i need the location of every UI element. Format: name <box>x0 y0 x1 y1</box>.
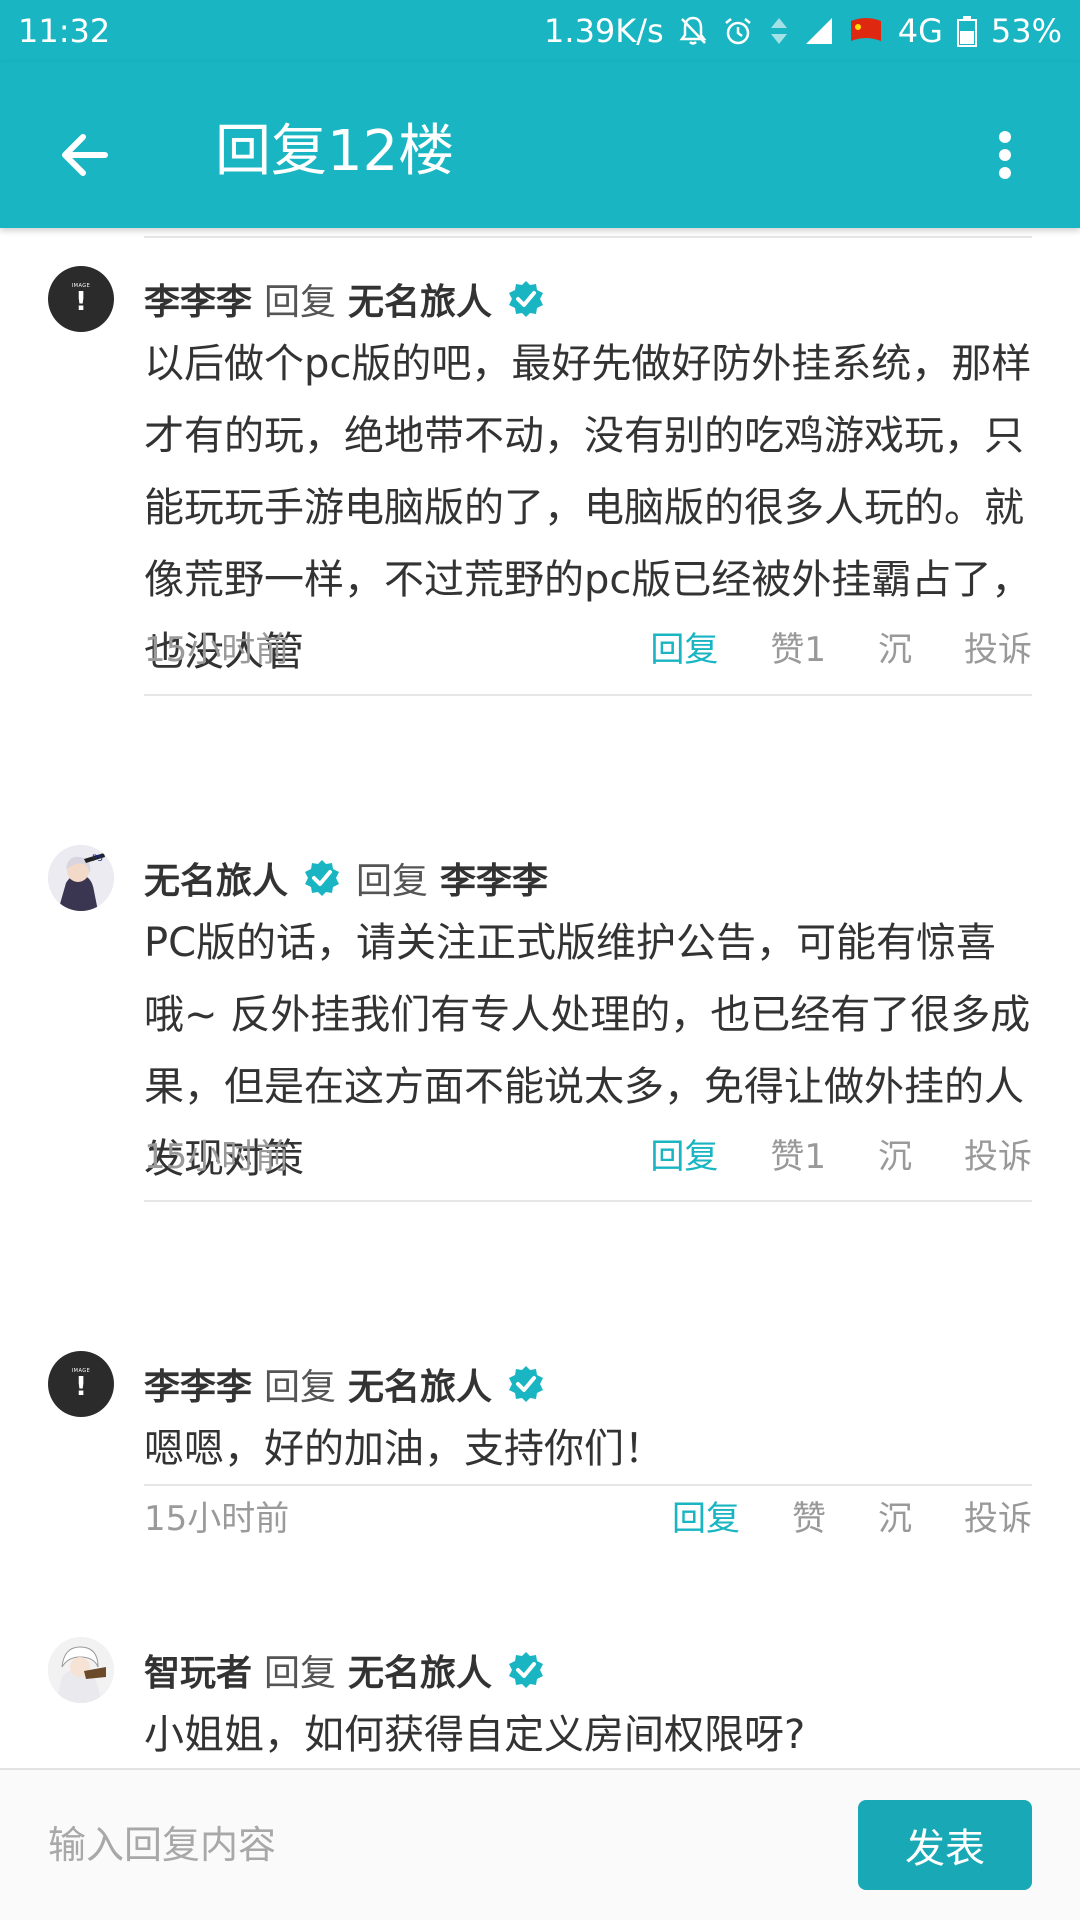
status-bar: 11:32 1.39K/s 4G 53% <box>0 0 1080 62</box>
divider <box>144 694 1032 696</box>
battery-level: 53% <box>990 12 1062 50</box>
reply-button[interactable]: 回复 <box>650 622 718 671</box>
mute-bell-icon <box>678 15 708 47</box>
avatar-placeholder-icon: ! <box>75 287 87 317</box>
target-name[interactable]: 无名旅人 <box>348 273 492 325</box>
avatar[interactable]: IMAGE ! <box>48 1351 114 1417</box>
reply-input[interactable] <box>48 1808 808 1882</box>
report-button[interactable]: 投诉 <box>964 1129 1032 1178</box>
reply-header: 无名旅人 回复 李李李 <box>144 853 548 903</box>
screen: 11:32 1.39K/s 4G 53% 回复12楼 IMAGE ! 李李李 回… <box>0 0 1080 1920</box>
reply-word: 回复 <box>264 282 337 323</box>
reply-meta: 15小时前 回复 赞1 沉 投诉 <box>144 1123 1032 1183</box>
sink-button[interactable]: 沉 <box>878 1491 912 1540</box>
avatar[interactable] <box>48 1637 114 1703</box>
verified-badge-icon <box>506 1364 546 1404</box>
data-arrows-icon <box>768 15 790 47</box>
more-vertical-icon <box>999 131 1011 179</box>
reply-word: 回复 <box>264 1367 337 1408</box>
verified-badge-icon <box>506 279 546 319</box>
like-button[interactable]: 赞 <box>792 1491 826 1540</box>
divider <box>144 236 1032 238</box>
reply-word: 回复 <box>356 861 429 902</box>
author-name[interactable]: 李李李 <box>144 1358 252 1410</box>
report-button[interactable]: 投诉 <box>964 1491 1032 1540</box>
avatar[interactable]: IMAGE ! <box>48 266 114 332</box>
author-name[interactable]: 李李李 <box>144 273 252 325</box>
verified-badge-icon <box>302 858 342 898</box>
divider <box>144 1484 1032 1486</box>
signal-icon <box>804 16 834 46</box>
back-arrow-icon <box>62 134 108 176</box>
anime-avatar-icon: P5 <box>48 845 114 911</box>
avatar-placeholder-icon: ! <box>75 1372 87 1402</box>
target-name[interactable]: 李李李 <box>440 852 548 904</box>
reply-header: 李李李 回复 无名旅人 <box>144 1359 548 1409</box>
like-button[interactable]: 赞1 <box>770 1129 826 1178</box>
target-name[interactable]: 无名旅人 <box>348 1644 492 1696</box>
reply-meta: 15小时前 回复 赞 沉 投诉 <box>144 1485 1032 1545</box>
more-options-button[interactable] <box>970 110 1040 200</box>
submit-button[interactable]: 发表 <box>858 1800 1032 1890</box>
timestamp: 15小时前 <box>144 1136 290 1177</box>
reply-list[interactable]: IMAGE ! 李李李 回复 无名旅人 以后做个pc版的吧，最好先做好防外挂系统… <box>0 228 1080 1768</box>
reply-header: 李李李 回复 无名旅人 <box>144 274 548 324</box>
svg-text:P5: P5 <box>92 854 103 864</box>
author-name[interactable]: 智玩者 <box>144 1644 252 1696</box>
reply-button[interactable]: 回复 <box>650 1129 718 1178</box>
reply-content: 嗯嗯，好的加油，支持你们！ <box>144 1426 664 1472</box>
reply-word: 回复 <box>264 1653 337 1694</box>
status-time: 11:32 <box>18 12 111 50</box>
like-button[interactable]: 赞1 <box>770 622 826 671</box>
app-bar: 回复12楼 <box>0 62 1080 228</box>
divider <box>144 1200 1032 1202</box>
net-speed: 1.39K/s <box>544 12 664 50</box>
reply-composer: 发表 <box>0 1768 1080 1920</box>
reply-header: 智玩者 回复 无名旅人 <box>144 1645 548 1695</box>
sink-button[interactable]: 沉 <box>878 1129 912 1178</box>
timestamp: 15小时前 <box>144 1498 290 1539</box>
battery-icon <box>956 15 977 47</box>
sink-button[interactable]: 沉 <box>878 622 912 671</box>
report-button[interactable]: 投诉 <box>964 622 1032 671</box>
target-name[interactable]: 无名旅人 <box>348 1358 492 1410</box>
reply-button[interactable]: 回复 <box>672 1491 740 1540</box>
reply-content: 小姐姐，如何获得自定义房间权限呀? <box>144 1712 806 1758</box>
avatar[interactable]: P5 <box>48 845 114 911</box>
alarm-icon <box>722 15 754 47</box>
page-title: 回复12楼 <box>215 119 455 184</box>
verified-badge-icon <box>506 1650 546 1690</box>
status-indicators: 1.39K/s 4G 53% <box>544 12 1062 50</box>
flag-icon <box>848 17 884 45</box>
timestamp: 15小时前 <box>144 629 290 670</box>
back-button[interactable] <box>40 110 130 200</box>
reply-meta: 15小时前 回复 赞1 沉 投诉 <box>144 616 1032 676</box>
network-type: 4G <box>897 12 943 50</box>
author-name[interactable]: 无名旅人 <box>144 852 288 904</box>
anime-avatar-icon <box>48 1637 114 1703</box>
